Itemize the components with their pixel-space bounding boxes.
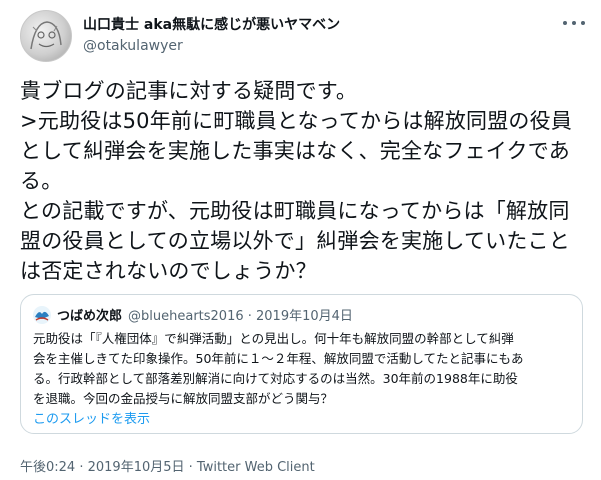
tweet-header: 山口貴士 aka無駄に感じが悪いヤマベン @otakulawyer <box>20 10 585 66</box>
more-options-icon[interactable] <box>563 14 585 32</box>
quoted-text-line: を退職。今回の金品授与に解放同盟支部がどう関与？ <box>33 391 334 406</box>
tweet-date[interactable]: 2019年10月5日 <box>88 460 185 475</box>
show-thread-link[interactable]: このスレッドを表示 <box>33 408 150 427</box>
author-display-name[interactable]: 山口貴士 aka無駄に感じが悪いヤマベン <box>83 16 340 34</box>
tweet-text-line: >元助役は50年前に町職員となってからは解放同盟の役員 <box>20 109 573 133</box>
tweet-time[interactable]: 午後0:24 <box>20 460 75 475</box>
tweet-text-line: として糾弾会を実施した事実はなく、完全なフェイクであ <box>20 139 570 163</box>
tweet-text-line: る。 <box>20 169 63 193</box>
tweet-footer: 午後0:24 · 2019年10月5日 · Twitter Web Client <box>20 456 315 475</box>
quoted-author-avatar[interactable] <box>33 305 51 324</box>
tweet-text-line: は否定されないのでしょうか？ <box>20 259 317 283</box>
tweet-text: 貴ブログの記事に対する疑問です。 >元助役は50年前に町職員となってからは解放同… <box>20 76 586 286</box>
footer-separator: · <box>188 460 197 475</box>
quoted-text-line: 元助役は「『人権団体』で糾弾活動」との見出し。何十年も解放同盟の幹部として糾弾 <box>33 331 514 346</box>
quoted-author-meta: @bluehearts2016 · 2019年10月4日 <box>128 309 353 324</box>
quoted-tweet-text: 元助役は「『人権団体』で糾弾活動」との見出し。何十年も解放同盟の幹部として糾弾 … <box>33 329 573 409</box>
quoted-text-line: る。行政幹部として部落差別解消に向けて対応するのは当然。30年前の1988年に助… <box>33 371 518 386</box>
quoted-tweet[interactable]: つばめ次郎 @bluehearts2016 · 2019年10月4日 元助役は「… <box>20 294 583 434</box>
tweet-client[interactable]: Twitter Web Client <box>197 460 315 475</box>
tweet-text-line: 盟の役員としての立場以外で」糾弾会を実施していたこと <box>20 229 570 253</box>
quoted-text-line: 会を主催しきてた印象操作。50年前に１〜２年程、解放同盟で活動してたと記事にもあ <box>33 351 524 366</box>
tweet-text-line: との記載ですが、元助役は町職員になってからは「解放同 <box>20 199 570 223</box>
footer-separator: · <box>79 460 88 475</box>
author-avatar[interactable] <box>20 10 72 62</box>
quoted-author-name[interactable]: つばめ次郎 <box>57 305 122 324</box>
tweet-text-line: 貴ブログの記事に対する疑問です。 <box>20 79 358 103</box>
author-handle[interactable]: @otakulawyer <box>83 36 340 56</box>
